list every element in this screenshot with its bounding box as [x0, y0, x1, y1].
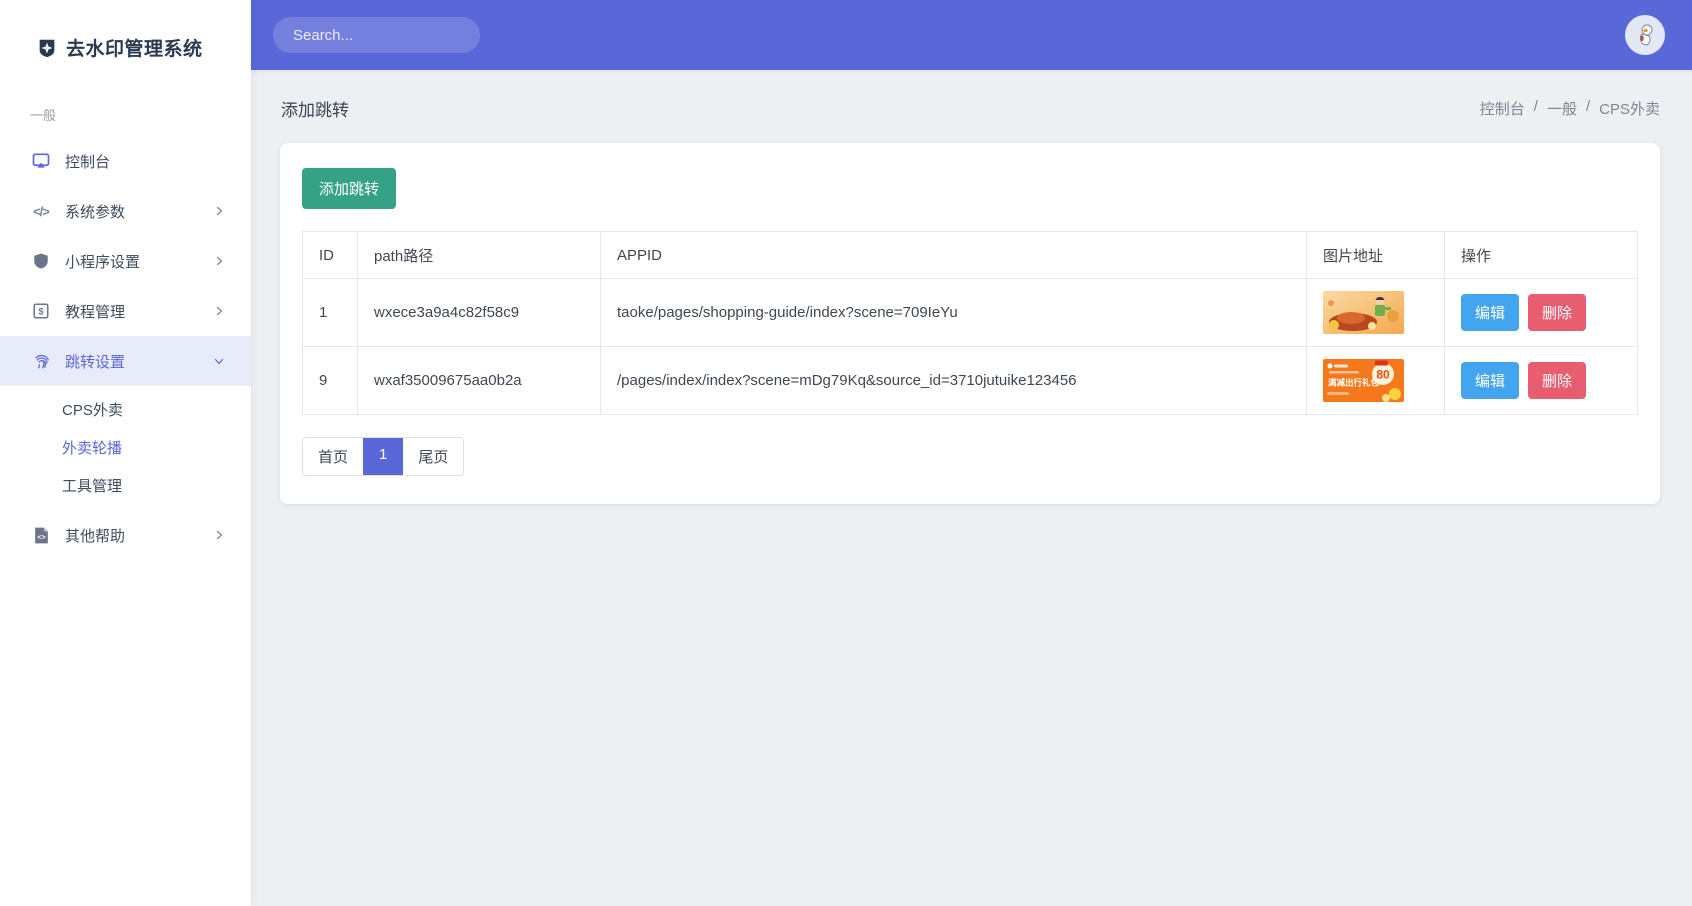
sidebar-subitem-waimai-carousel[interactable]: 外卖轮播 — [0, 428, 251, 466]
app-title: 去水印管理系统 — [66, 39, 203, 60]
cell-id: 1 — [302, 278, 358, 347]
code-icon: </> — [33, 203, 50, 219]
col-header-path: path路径 — [357, 231, 601, 279]
delete-button[interactable]: 删除 — [1528, 294, 1587, 331]
sidebar-item-label: 跳转设置 — [65, 353, 126, 371]
table-row: 1 wxece3a9a4c82f58c9 taoke/pages/shoppin… — [302, 278, 1638, 347]
breadcrumb-item-dashboard[interactable]: 控制台 — [1480, 98, 1525, 119]
avatar[interactable] — [1625, 15, 1665, 55]
add-jump-button[interactable]: 添加跳转 — [302, 168, 397, 209]
pagination: 首页 1 尾页 — [302, 437, 465, 476]
content-card: 添加跳转 ID path路径 APPID 图片地址 操作 1 wxece3a9a… — [280, 143, 1660, 504]
sidebar: 去水印管理系统 一般 控制台 </> 系统参数 小程序设置 $ 教程管理 跳转设… — [0, 0, 251, 906]
cell-id: 9 — [302, 346, 358, 415]
breadcrumb-separator: / — [1533, 98, 1538, 115]
submenu-item-label: CPS外卖 — [62, 401, 123, 419]
sidebar-item-dashboard[interactable]: 控制台 — [0, 136, 251, 186]
svg-text:$: $ — [38, 306, 43, 316]
search-pill[interactable] — [273, 17, 492, 53]
delete-button[interactable]: 删除 — [1528, 362, 1587, 399]
sidebar-subitem-cps-waimai[interactable]: CPS外卖 — [0, 390, 251, 428]
breadcrumb-item-general[interactable]: 一般 — [1547, 98, 1577, 119]
chevron-down-icon — [213, 355, 225, 367]
sidebar-item-system-params[interactable]: </> 系统参数 — [0, 186, 251, 236]
sidebar-item-miniprogram-settings[interactable]: 小程序设置 — [0, 236, 251, 286]
col-header-id: ID — [302, 231, 358, 279]
col-header-actions: 操作 — [1444, 231, 1638, 279]
topbar — [251, 0, 1692, 70]
page-title: 添加跳转 — [281, 101, 349, 120]
sidebar-item-label: 教程管理 — [65, 303, 126, 321]
cell-image: 80 满减出行礼包 — [1306, 346, 1445, 415]
cell-actions: 编辑 删除 — [1444, 278, 1638, 347]
svg-text:满减出行礼包: 满减出行礼包 — [1328, 378, 1380, 388]
cell-path: wxaf35009675aa0b2a — [357, 346, 601, 415]
app-logo[interactable]: 去水印管理系统 — [0, 0, 251, 61]
cell-appid: /pages/index/index?scene=mDg79Kq&source_… — [600, 346, 1307, 415]
jumps-table: ID path路径 APPID 图片地址 操作 1 wxece3a9a4c82f… — [302, 231, 1638, 415]
cell-path: wxece3a9a4c82f58c9 — [357, 278, 601, 347]
sidebar-item-label: 控制台 — [65, 153, 111, 171]
sidebar-item-jump-settings[interactable]: 跳转设置 — [0, 336, 251, 386]
pagination-last-button[interactable]: 尾页 — [403, 438, 463, 475]
sidebar-item-other-help[interactable]: <> 其他帮助 — [0, 510, 251, 560]
breadcrumb: 控制台 / 一般 / CPS外卖 — [1480, 98, 1660, 119]
submenu-item-label: 工具管理 — [62, 477, 123, 495]
table-header-row: ID path路径 APPID 图片地址 操作 — [302, 231, 1638, 279]
chevron-right-icon — [213, 205, 225, 217]
breadcrumb-item-cps-waimai[interactable]: CPS外卖 — [1599, 98, 1660, 119]
page-head: 添加跳转 控制台 / 一般 / CPS外卖 — [251, 70, 1692, 143]
cell-appid: taoke/pages/shopping-guide/index?scene=7… — [600, 278, 1307, 347]
chevron-right-icon — [213, 529, 225, 541]
money-square-icon: $ — [30, 300, 52, 322]
pagination-page-1[interactable]: 1 — [363, 438, 404, 475]
cell-image — [1306, 278, 1445, 347]
fingerprint-icon — [30, 350, 52, 372]
chevron-right-icon — [213, 255, 225, 267]
monitor-icon — [30, 150, 52, 172]
col-header-appid: APPID — [600, 231, 1307, 279]
banner-thumbnail-coupon[interactable]: 80 满减出行礼包 — [1323, 359, 1404, 402]
submenu-item-label: 外卖轮播 — [62, 439, 123, 457]
search-input[interactable] — [293, 26, 492, 44]
pagination-first-button[interactable]: 首页 — [303, 438, 363, 475]
sidebar-item-tutorial-management[interactable]: $ 教程管理 — [0, 286, 251, 336]
sidebar-subitem-tool-management[interactable]: 工具管理 — [0, 466, 251, 504]
shield-icon — [30, 250, 52, 272]
logo-shield-icon — [39, 39, 55, 57]
main-content: 添加跳转 控制台 / 一般 / CPS外卖 添加跳转 ID path路径 APP… — [251, 70, 1692, 906]
banner-thumbnail-food[interactable] — [1323, 291, 1404, 334]
jump-settings-submenu: CPS外卖 外卖轮播 工具管理 — [0, 386, 251, 510]
table-row: 9 wxaf35009675aa0b2a /pages/index/index?… — [302, 346, 1638, 415]
edit-button[interactable]: 编辑 — [1461, 362, 1520, 399]
svg-text:<>: <> — [37, 533, 45, 541]
sidebar-item-label: 系统参数 — [65, 203, 126, 221]
cell-actions: 编辑 删除 — [1444, 346, 1638, 415]
sidebar-section-label: 一般 — [30, 108, 57, 123]
col-header-image: 图片地址 — [1306, 231, 1445, 279]
breadcrumb-separator: / — [1585, 98, 1591, 115]
chevron-right-icon — [213, 305, 225, 317]
sidebar-item-label: 小程序设置 — [65, 253, 141, 271]
avatar-figure-icon — [1640, 24, 1653, 46]
edit-button[interactable]: 编辑 — [1461, 294, 1520, 331]
sidebar-item-label: 其他帮助 — [65, 527, 126, 545]
file-code-icon: <> — [30, 524, 52, 546]
